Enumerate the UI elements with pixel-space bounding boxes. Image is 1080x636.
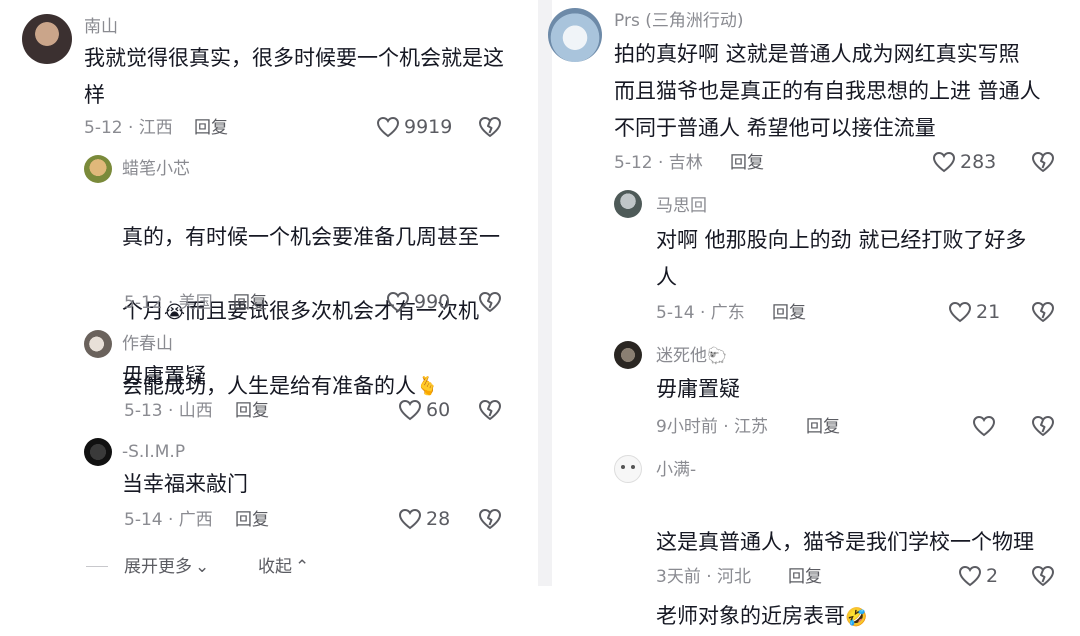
avatar[interactable] bbox=[84, 330, 112, 358]
broken-heart-icon bbox=[1031, 151, 1055, 173]
like-button[interactable]: 2 bbox=[958, 565, 998, 587]
broken-heart-icon bbox=[478, 291, 502, 313]
dislike-button[interactable] bbox=[1031, 415, 1055, 437]
like-count: 283 bbox=[960, 151, 997, 173]
comment-text: 当幸福来敲门 bbox=[122, 472, 248, 496]
expand-more-button[interactable]: 展开更多 ⌄ bbox=[124, 557, 209, 577]
heart-icon bbox=[376, 116, 400, 138]
reply-button[interactable]: 回复 bbox=[233, 293, 267, 313]
like-button[interactable]: 283 bbox=[932, 151, 996, 173]
reply-button[interactable]: 回复 bbox=[788, 567, 822, 587]
comment-date-location: 5-14 · 广东 bbox=[656, 303, 745, 323]
broken-heart-icon bbox=[478, 508, 502, 530]
heart-icon bbox=[398, 399, 422, 421]
dislike-button[interactable] bbox=[478, 508, 502, 530]
chevron-down-icon: ⌄ bbox=[195, 557, 210, 577]
like-button[interactable]: 21 bbox=[948, 301, 1000, 323]
dislike-button[interactable] bbox=[1031, 301, 1055, 323]
like-button[interactable]: 28 bbox=[398, 508, 450, 530]
heart-icon bbox=[972, 415, 996, 437]
like-count: 2 bbox=[986, 565, 999, 587]
like-count: 28 bbox=[426, 508, 451, 530]
reply-button[interactable]: 回复 bbox=[194, 118, 228, 138]
comment-author-name[interactable]: Prs (三角洲行动) bbox=[614, 11, 743, 31]
avatar[interactable] bbox=[548, 8, 602, 62]
comment-date-location: 3天前 · 河北 bbox=[656, 567, 752, 587]
rolling-laughing-emoji: 🤣 bbox=[845, 606, 868, 628]
comment-author-name[interactable]: 迷死他🐑 bbox=[656, 346, 727, 366]
comment-author-name[interactable]: 蜡笔小芯 bbox=[122, 159, 190, 179]
cartoon-face-icon bbox=[621, 465, 625, 469]
like-button[interactable]: 990 bbox=[386, 291, 450, 313]
collapse-button[interactable]: 收起 ⌃ bbox=[258, 557, 309, 577]
comment-text: 拍的真好啊 这就是普通人成为网红真实写照 而且猫爷也是真正的有自我思想的上进 普… bbox=[614, 42, 1041, 140]
like-button[interactable] bbox=[972, 415, 1000, 437]
cartoon-face-icon-eye bbox=[631, 465, 635, 469]
reply-button[interactable]: 回复 bbox=[730, 153, 764, 173]
comment-author-name[interactable]: -S.I.M.P bbox=[122, 442, 185, 462]
heart-icon bbox=[958, 565, 982, 587]
like-count: 990 bbox=[414, 291, 451, 313]
like-count: 60 bbox=[426, 399, 451, 421]
comment-text: 毋庸置疑 bbox=[656, 377, 740, 401]
heart-icon bbox=[948, 301, 972, 323]
comment-date-location: 5-12 · 吉林 bbox=[614, 153, 703, 173]
comment-date-location: 5-13 · 山西 bbox=[124, 401, 213, 421]
comment-date-location: 9小时前 · 江苏 bbox=[656, 417, 769, 437]
heart-icon bbox=[386, 291, 410, 313]
comment-author-name[interactable]: 南山 bbox=[84, 17, 118, 37]
comment-author-name[interactable]: 小满- bbox=[656, 460, 696, 480]
dislike-button[interactable] bbox=[478, 291, 502, 313]
comment-date-location: 5-14 · 广西 bbox=[124, 510, 213, 530]
like-button[interactable]: 60 bbox=[398, 399, 450, 421]
avatar[interactable] bbox=[84, 438, 112, 466]
comment-text: 我就觉得很真实，很多时候要一个机会就是这 样 bbox=[84, 46, 504, 107]
like-button[interactable]: 9919 bbox=[376, 116, 452, 138]
avatar[interactable] bbox=[22, 14, 72, 64]
expand-divider-line bbox=[86, 566, 108, 567]
chevron-up-icon: ⌃ bbox=[295, 557, 310, 577]
avatar[interactable] bbox=[614, 455, 642, 483]
comment-author-name[interactable]: 马思回 bbox=[656, 196, 707, 216]
avatar[interactable] bbox=[84, 155, 112, 183]
reply-button[interactable]: 回复 bbox=[235, 401, 269, 421]
like-count: 9919 bbox=[404, 116, 453, 138]
dislike-button[interactable] bbox=[478, 116, 502, 138]
reply-button[interactable]: 回复 bbox=[772, 303, 806, 323]
heart-icon bbox=[932, 151, 956, 173]
reply-button[interactable]: 回复 bbox=[806, 417, 840, 437]
comment-date-location: 5-12 · 美国 bbox=[124, 293, 213, 313]
comment-author-name[interactable]: 作春山 bbox=[122, 334, 173, 354]
broken-heart-icon bbox=[1031, 415, 1055, 437]
heart-icon bbox=[398, 508, 422, 530]
like-count: 21 bbox=[976, 301, 1001, 323]
panel-divider bbox=[538, 0, 552, 586]
broken-heart-icon bbox=[478, 399, 502, 421]
avatar[interactable] bbox=[614, 190, 642, 218]
sheep-emoji: 🐑 bbox=[707, 346, 727, 365]
comment-text: 毋庸置疑 bbox=[122, 364, 206, 388]
dislike-button[interactable] bbox=[1031, 151, 1055, 173]
reply-button[interactable]: 回复 bbox=[235, 510, 269, 530]
dislike-button[interactable] bbox=[1031, 565, 1055, 587]
avatar[interactable] bbox=[614, 341, 642, 369]
comment-text: 对啊 他那股向上的劲 就已经打败了好多 人 bbox=[656, 228, 1027, 289]
dislike-button[interactable] bbox=[478, 399, 502, 421]
broken-heart-icon bbox=[478, 116, 502, 138]
comment-date-location: 5-12 · 江西 bbox=[84, 118, 173, 138]
broken-heart-icon bbox=[1031, 301, 1055, 323]
comment-text: 这是真普通人，猫爷是我们学校一个物理 老师对象的近房表哥🤣 bbox=[656, 487, 1066, 636]
broken-heart-icon bbox=[1031, 565, 1055, 587]
